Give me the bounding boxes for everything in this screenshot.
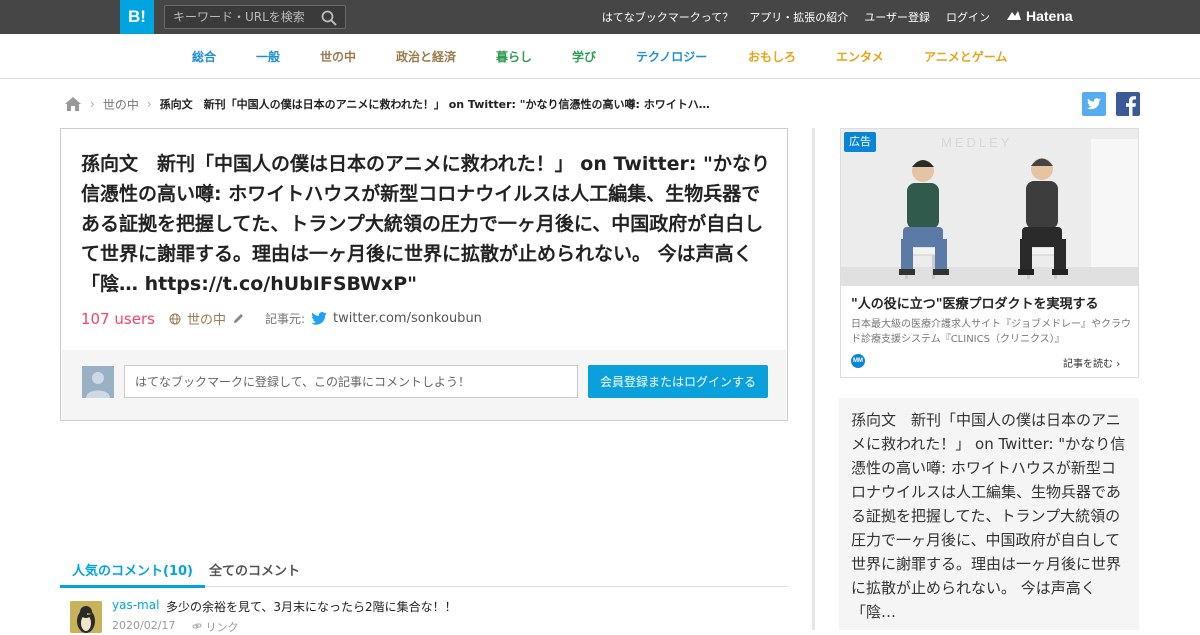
register-login-button[interactable]: 会員登録またはログインする bbox=[588, 365, 768, 398]
comment-tabs: 人気のコメント(10) 全てのコメント bbox=[60, 550, 788, 588]
search-icon[interactable] bbox=[321, 10, 337, 26]
read-more-label: 記事を読む bbox=[1063, 359, 1113, 370]
home-icon[interactable] bbox=[64, 96, 82, 112]
top-links: はてなブックマークって？ アプリ・拡張の紹介 ユーザー登録 ログイン bbox=[602, 0, 990, 34]
chevron-right-icon: › bbox=[1116, 359, 1121, 370]
breadcrumb: › 世の中 › 孫向文 新刊「中国人の僕は日本のアニメに救われた！」 on Tw… bbox=[64, 95, 764, 113]
facebook-share-button[interactable] bbox=[1116, 92, 1140, 116]
source-link[interactable]: twitter.com/sonkoubun bbox=[333, 311, 482, 326]
users-count[interactable]: 107 users bbox=[81, 310, 155, 328]
ad-image[interactable]: 広告 MEDLEY bbox=[841, 129, 1138, 286]
source-label: 記事元: bbox=[264, 312, 305, 326]
ad-badge: 広告 bbox=[844, 132, 876, 152]
top-bar: B! はてなブックマークって？ アプリ・拡張の紹介 ユーザー登録 ログイン Ha… bbox=[0, 0, 1200, 34]
tab-learning[interactable]: 学び bbox=[572, 48, 596, 65]
twitter-icon bbox=[1082, 92, 1106, 116]
comment-username[interactable]: yas-mal bbox=[112, 598, 159, 612]
tab-ippan[interactable]: 一般 bbox=[256, 48, 280, 65]
search-input[interactable] bbox=[165, 6, 315, 28]
tab-fun[interactable]: おもしろ bbox=[748, 48, 796, 65]
chevron-right-icon: › bbox=[90, 97, 95, 111]
tab-anime-game[interactable]: アニメとゲーム bbox=[924, 48, 1007, 65]
tab-life[interactable]: 暮らし bbox=[496, 48, 532, 65]
about-link[interactable]: はてなブックマークって？ bbox=[602, 9, 733, 25]
twitter-bird-icon bbox=[311, 312, 327, 325]
summary-card: 孫向文 新刊「中国人の僕は日本のアニメに救われた！」 on Twitter: "… bbox=[839, 398, 1139, 630]
tab-all-comments[interactable]: 全てのコメント bbox=[209, 560, 300, 579]
tab-technology[interactable]: テクノロジー bbox=[636, 48, 707, 65]
category-nav: 総合 一般 世の中 政治と経済 暮らし 学び テクノロジー おもしろ エンタメ … bbox=[0, 34, 1200, 79]
comment-link-label: リンク bbox=[205, 621, 239, 634]
apps-link[interactable]: アプリ・拡張の紹介 bbox=[749, 9, 848, 25]
column-divider bbox=[812, 128, 815, 630]
pencil-icon[interactable] bbox=[232, 312, 245, 325]
tab-politics[interactable]: 政治と経済 bbox=[396, 48, 456, 65]
ad-card[interactable]: 広告 MEDLEY "人の役に立つ"医療プロダクトを実現する 日本最大級の医療介… bbox=[840, 128, 1139, 378]
tab-entertainment[interactable]: エンタメ bbox=[836, 48, 884, 65]
entry-category[interactable]: 世の中 bbox=[187, 309, 226, 328]
entry-meta: 107 users 世の中 記事元: twitter.com/sonkoubun bbox=[81, 309, 482, 329]
entry-card: 孫向文 新刊「中国人の僕は日本のアニメに救われた！」 on Twitter: "… bbox=[60, 128, 788, 421]
user-silhouette-icon bbox=[82, 366, 114, 398]
tab-general[interactable]: 総合 bbox=[192, 48, 216, 65]
search-box bbox=[164, 5, 346, 29]
commenter-avatar[interactable] bbox=[70, 601, 102, 633]
tab-social[interactable]: 世の中 bbox=[320, 48, 356, 65]
medley-logo-icon: MM bbox=[851, 354, 865, 368]
summary-text: 孫向文 新刊「中国人の僕は日本のアニメに救われた！」 on Twitter: "… bbox=[851, 411, 1126, 621]
tab-popular-comments[interactable]: 人気のコメント(10) bbox=[60, 560, 205, 588]
globe-icon bbox=[169, 313, 181, 324]
hatena-logo-icon bbox=[1007, 11, 1021, 20]
comment-form: 会員登録またはログインする bbox=[62, 350, 786, 420]
twitter-share-button[interactable] bbox=[1082, 92, 1106, 116]
ad-title[interactable]: "人の役に立つ"医療プロダクトを実現する bbox=[851, 293, 1099, 312]
chevron-right-icon: › bbox=[146, 97, 152, 111]
entry-title[interactable]: 孫向文 新刊「中国人の僕は日本のアニメに救われた！」 on Twitter: "… bbox=[81, 149, 771, 299]
facebook-icon bbox=[1116, 92, 1140, 116]
comment-date[interactable]: 2020/02/17 bbox=[112, 619, 175, 632]
hatena-brand-label: Hatena bbox=[1026, 8, 1073, 24]
register-link[interactable]: ユーザー登録 bbox=[864, 9, 930, 25]
breadcrumb-section[interactable]: 世の中 bbox=[103, 96, 139, 113]
ad-photo-people bbox=[841, 129, 1138, 286]
ad-watermark: MEDLEY bbox=[941, 135, 1013, 150]
comment-input[interactable] bbox=[124, 365, 578, 398]
breadcrumb-current: 孫向文 新刊「中国人の僕は日本のアニメに救われた！」 on Twitter: "… bbox=[159, 98, 710, 111]
ad-description: 日本最大級の医療介護求人サイト『ジョブメドレー』やクラウド診療支援システム『CL… bbox=[851, 319, 1131, 345]
penguin-avatar-icon bbox=[70, 601, 102, 633]
login-link[interactable]: ログイン bbox=[946, 9, 990, 25]
read-more-link[interactable]: 記事を読む › bbox=[1063, 355, 1120, 370]
hatena-brand[interactable]: Hatena bbox=[1006, 8, 1073, 24]
user-avatar bbox=[82, 366, 114, 398]
comment-item: yas-mal 多少の余裕を見て、3月末になったら2階に集合な！！ 2020/0… bbox=[70, 598, 790, 634]
comment-link[interactable]: リンク bbox=[192, 619, 239, 635]
hatena-bookmark-logo[interactable]: B! bbox=[120, 0, 154, 34]
comment-text: 多少の余裕を見て、3月末になったら2階に集合な！！ bbox=[166, 600, 457, 614]
